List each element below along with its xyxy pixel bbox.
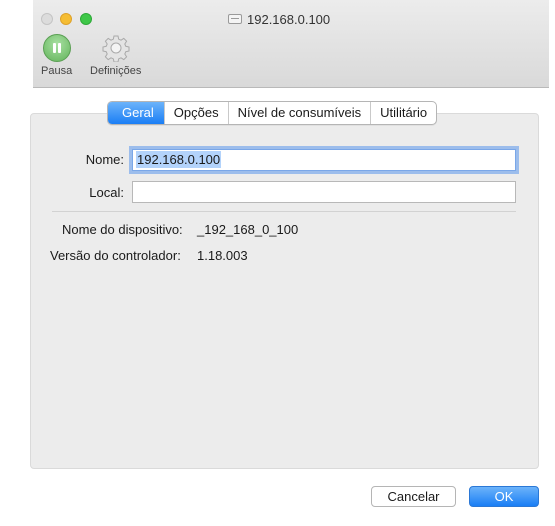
name-field-value: 192.168.0.100 [136, 151, 222, 168]
zoom-window-button[interactable] [80, 13, 92, 25]
name-field[interactable]: 192.168.0.100 [132, 149, 516, 171]
driver-version-value: 1.18.003 [197, 248, 248, 263]
window-title: 192.168.0.100 [247, 11, 331, 27]
printer-queue-window: 192.168.0.100 Pausa Definições Geral Opç… [0, 0, 555, 526]
tab-utility[interactable]: Utilitário [370, 102, 436, 124]
window-title-bar: 192.168.0.100 [228, 10, 330, 28]
device-name-value: _192_168_0_100 [197, 222, 299, 237]
cancel-button[interactable]: Cancelar [371, 486, 456, 507]
printer-icon [228, 14, 242, 24]
tab-general[interactable]: Geral [108, 102, 164, 124]
device-name-label: Nome do dispositivo: [62, 222, 183, 237]
pause-button[interactable]: Pausa [41, 34, 72, 77]
name-field-label: Nome: [85, 152, 124, 167]
location-field-label: Local: [89, 185, 124, 200]
pause-button-label: Pausa [41, 65, 73, 77]
gear-icon [102, 35, 130, 62]
settings-button[interactable]: Definições [90, 34, 141, 77]
settings-button-label: Definições [90, 65, 142, 77]
close-window-button[interactable] [41, 13, 53, 25]
location-field[interactable] [132, 181, 516, 203]
window-toolbar: 192.168.0.100 Pausa Definições [33, 0, 549, 88]
tab-options[interactable]: Opções [163, 102, 228, 124]
driver-version-label: Versão do controlador: [50, 248, 181, 263]
pause-icon [42, 34, 71, 62]
tab-supply-levels[interactable]: Nível de consumíveis [227, 102, 371, 124]
form-divider [52, 211, 516, 212]
ok-button[interactable]: OK [469, 486, 539, 507]
minimize-window-button[interactable] [60, 13, 72, 25]
settings-tab-bar: Geral Opções Nível de consumíveis Utilit… [107, 101, 438, 125]
